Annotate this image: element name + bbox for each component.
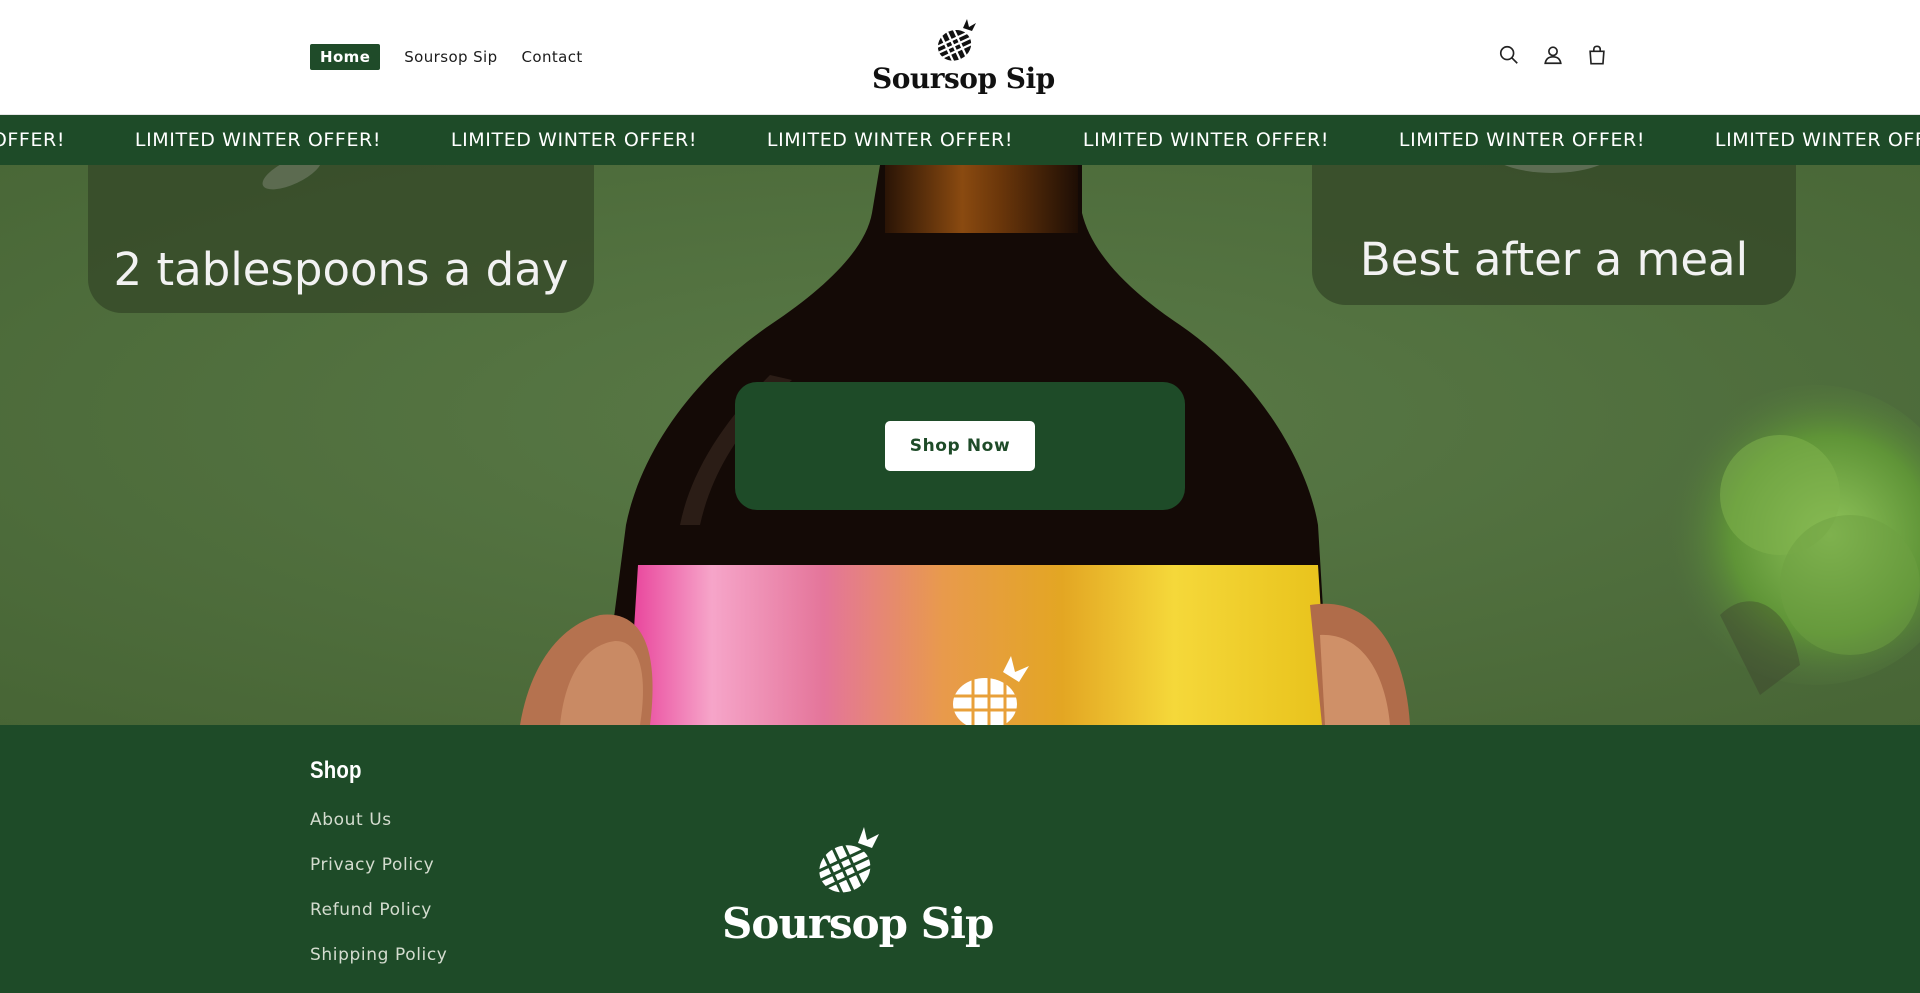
- footer-link-list: About Us Privacy Policy Refund Policy Sh…: [310, 810, 447, 990]
- footer-logo: Soursop Sip: [722, 825, 994, 948]
- shop-now-button[interactable]: Shop Now: [885, 421, 1035, 471]
- footer-link-about-us[interactable]: About Us: [310, 810, 392, 830]
- cart-icon[interactable]: [1586, 44, 1608, 66]
- announcement-text: LIMITED WINTER OFFER!: [766, 129, 1014, 151]
- site-header: Home Soursop Sip Contact Soursop Sip: [0, 0, 1920, 115]
- tip-card-timing: Best after a meal: [1312, 165, 1796, 305]
- announcement-marquee: LIMITED WINTER OFFER! LIMITED WINTER OFF…: [0, 115, 1920, 165]
- announcement-text: LIMITED WINTER OFFER!: [450, 129, 698, 151]
- announcement-text: LIMITED WINTER OFFER!: [1082, 129, 1330, 151]
- announcement-bar: LIMITED WINTER OFFER! LIMITED WINTER OFF…: [0, 115, 1920, 165]
- site-footer: Shop About Us Privacy Policy Refund Poli…: [0, 725, 1920, 993]
- nav-link-contact[interactable]: Contact: [522, 48, 583, 66]
- hero-banner: 2 tablespoons a day Best after a meal Sh…: [0, 165, 1920, 725]
- tip-card-dosage: 2 tablespoons a day: [88, 165, 594, 313]
- footer-link-refund-policy[interactable]: Refund Policy: [310, 900, 432, 920]
- logo-wordmark: Soursop Sip: [872, 62, 1055, 95]
- soursop-logo-icon: [816, 827, 879, 897]
- nav-link-soursop-sip[interactable]: Soursop Sip: [404, 48, 497, 66]
- main-nav: Home Soursop Sip Contact: [310, 44, 583, 70]
- cta-card: Shop Now: [735, 382, 1185, 510]
- announcement-text: LIMITED WINTER OFFER!: [134, 129, 382, 151]
- header-actions: [1498, 44, 1608, 66]
- announcement-text: LIMITED WINTER OFFER!: [0, 129, 66, 151]
- account-icon[interactable]: [1542, 44, 1564, 66]
- soursop-logo-icon: [936, 19, 976, 62]
- footer-link-shipping-policy[interactable]: Shipping Policy: [310, 945, 447, 965]
- footer-heading: Shop: [310, 757, 362, 784]
- footer-logo-wordmark: Soursop Sip: [722, 899, 994, 948]
- announcement-text: LIMITED WINTER OFFER!: [1714, 129, 1920, 151]
- search-icon[interactable]: [1498, 44, 1520, 66]
- nav-link-home[interactable]: Home: [310, 44, 381, 70]
- site-logo[interactable]: Soursop Sip: [872, 18, 1055, 95]
- announcement-text: LIMITED WINTER OFFER!: [1398, 129, 1646, 151]
- footer-link-privacy-policy[interactable]: Privacy Policy: [310, 855, 434, 875]
